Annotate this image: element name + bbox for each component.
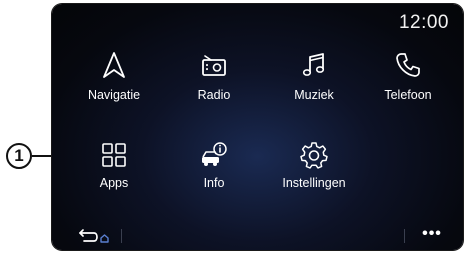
- callout-marker: 1: [6, 143, 32, 169]
- settings-gear-icon: [300, 142, 328, 169]
- radio-icon: [202, 55, 226, 76]
- tile-label: Apps: [99, 176, 129, 190]
- clock: 12:00: [398, 12, 449, 33]
- vehicle-info-icon: [202, 142, 227, 166]
- navigation-arrow-icon: [103, 52, 125, 78]
- tile-label: Info: [203, 176, 225, 190]
- tile-label: Telefoon: [384, 88, 432, 102]
- tile-apps[interactable]: Apps: [64, 138, 164, 208]
- bottom-bar: •••: [52, 220, 463, 250]
- tile-navigatie[interactable]: Navigatie: [64, 48, 164, 118]
- tile-label: Navigatie: [87, 88, 141, 102]
- more-options-button[interactable]: •••: [419, 225, 445, 243]
- tile-muziek[interactable]: Muziek: [264, 48, 364, 118]
- tile-label: Radio: [197, 88, 231, 102]
- tile-label: Instellingen: [282, 176, 346, 190]
- phone-icon: [396, 53, 420, 77]
- manual-illustration: 1 12:00 Navigatie Radio Muziek Telefoon …: [0, 0, 467, 254]
- tile-radio[interactable]: Radio: [164, 48, 264, 118]
- tile-instellingen[interactable]: Instellingen: [264, 138, 364, 208]
- multimedia-screen: 12:00 Navigatie Radio Muziek Telefoon Ap…: [52, 4, 463, 250]
- separator: [121, 229, 122, 243]
- tile-telefoon[interactable]: Telefoon: [358, 48, 458, 118]
- separator: [404, 229, 405, 243]
- tile-label: Muziek: [294, 88, 334, 102]
- back-home-icon[interactable]: [74, 225, 114, 247]
- tile-info[interactable]: Info: [164, 138, 264, 208]
- music-note-icon: [302, 53, 325, 76]
- apps-grid-icon: [102, 143, 126, 167]
